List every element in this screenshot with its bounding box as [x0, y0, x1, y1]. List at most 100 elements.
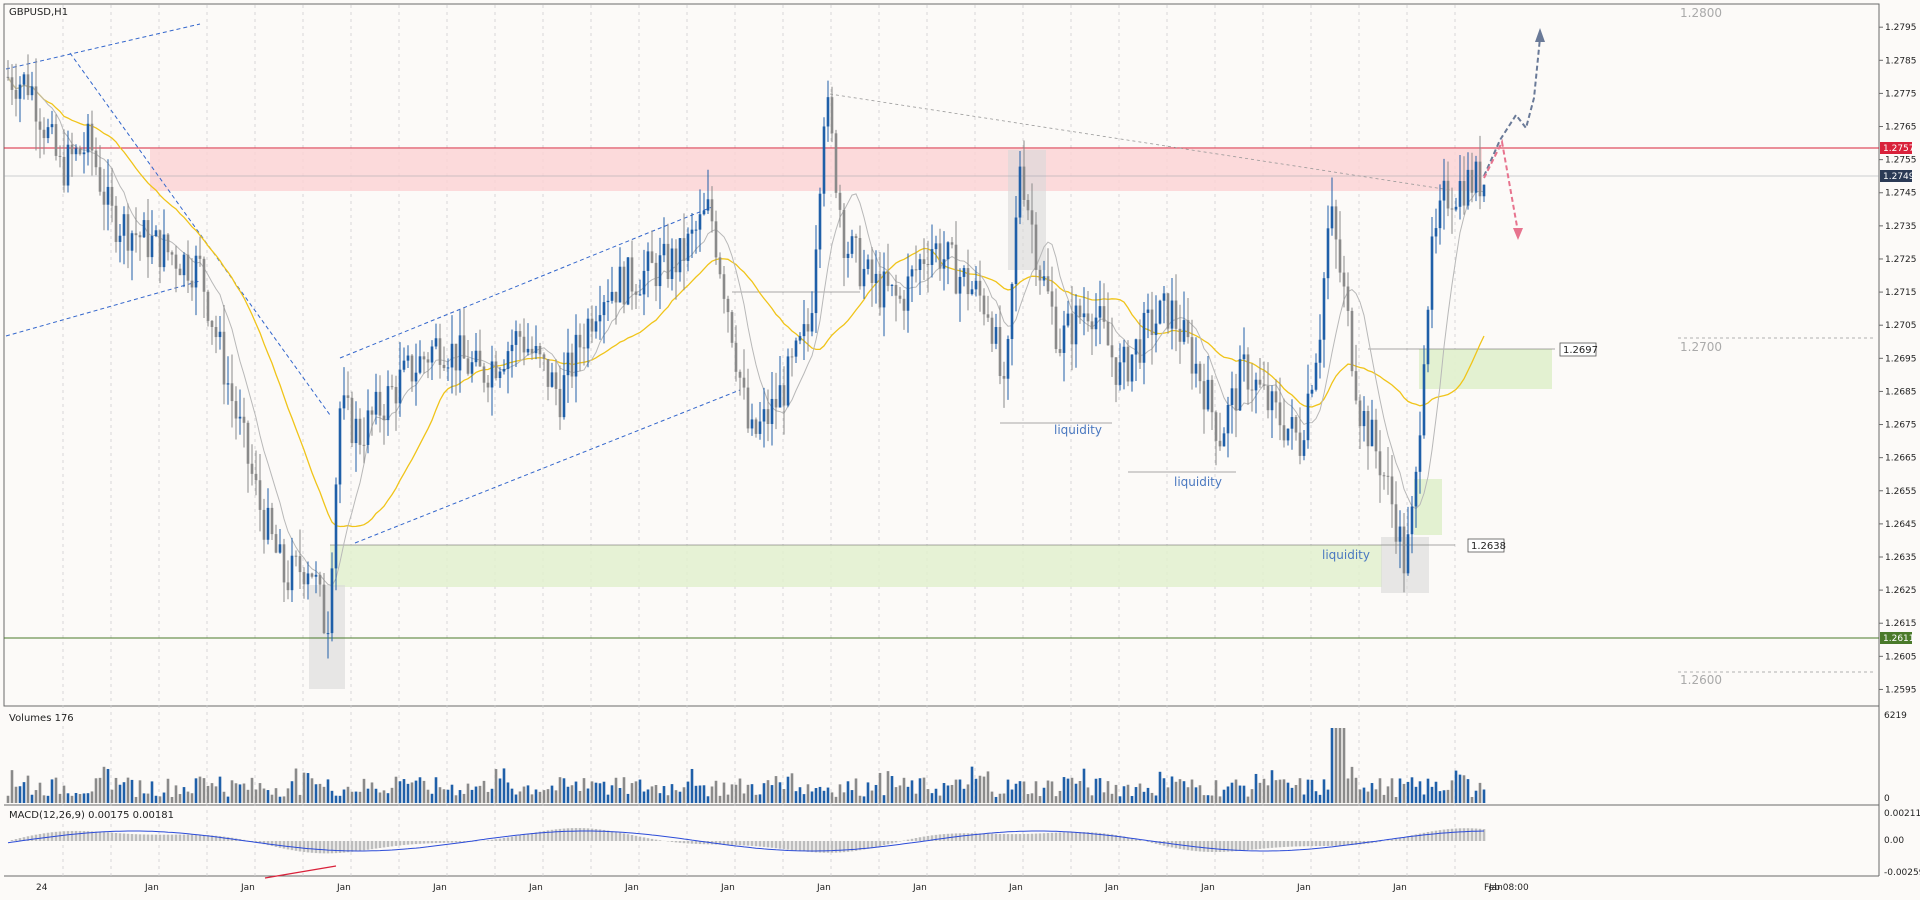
volume-bar [254, 789, 258, 803]
macd-bar [94, 831, 98, 841]
volume-bar [218, 776, 222, 803]
volume-bar [982, 776, 986, 803]
candle-body [1310, 389, 1314, 394]
volume-bar [1282, 779, 1286, 803]
candle-body [482, 366, 486, 383]
volume-bar [1238, 785, 1242, 803]
macd-bar [1390, 839, 1394, 841]
volume-bar [118, 784, 122, 803]
candle-body [382, 415, 386, 421]
time-axis-label: Jan [912, 883, 927, 893]
candle-body [1182, 320, 1186, 342]
volume-bar [1418, 781, 1422, 803]
price-tick-label: 1.2795 [1885, 23, 1917, 33]
price-axis[interactable]: 1.2795 1.2785 1.2775 1.2765 1.2755 1.2745 1.27… [1879, 23, 1917, 695]
candle-body [642, 270, 646, 295]
level-box-2[interactable]: 1.2638 [1467, 538, 1506, 553]
volume-bar [742, 793, 746, 803]
macd-bar [182, 834, 186, 841]
candle-body [842, 209, 846, 258]
volume-bar [750, 784, 754, 803]
candle-body [1410, 506, 1414, 535]
candle-body [170, 252, 174, 255]
volume-bar [754, 794, 758, 803]
volume-bar [674, 790, 678, 803]
macd-bar [334, 841, 338, 854]
volume-bar [470, 789, 474, 803]
volume-bar [1334, 728, 1338, 803]
macd-bar [502, 838, 506, 841]
macd-bar [530, 833, 534, 841]
volume-bar [1482, 789, 1486, 803]
macd-bar [454, 841, 458, 843]
volume-bar [1338, 728, 1342, 803]
macd-bar [802, 841, 806, 852]
candle-body [1222, 433, 1226, 447]
macd-bar [590, 828, 594, 841]
candle-body [62, 156, 66, 186]
volume-bar [842, 792, 846, 803]
candle-body [526, 348, 530, 353]
volume-bar [406, 783, 410, 803]
candle-body [578, 334, 582, 348]
macd-bar [798, 841, 802, 852]
level-box-1[interactable]: 1.2697 [1559, 342, 1598, 357]
volume-bar [1346, 778, 1350, 803]
candle-body [658, 255, 662, 287]
macd-bar [1286, 841, 1290, 847]
candle-body [194, 255, 198, 288]
macd-bar [790, 841, 794, 851]
macd-bar [1274, 841, 1278, 848]
volume-bar [682, 787, 686, 803]
candle-body [1106, 321, 1110, 346]
candle-body [1154, 323, 1158, 336]
volume-bar [602, 781, 606, 803]
volume-bar [1050, 781, 1054, 803]
macd-bar [606, 830, 610, 841]
macd-title: MACD(12,26,9) 0.00175 0.00181 [9, 810, 174, 821]
macd-bar [1418, 833, 1422, 841]
volume-bar [58, 793, 62, 803]
volume-bar [1118, 796, 1122, 803]
macd-bar [1250, 841, 1254, 850]
time-axis-label: Jan [1296, 883, 1311, 893]
candle-body [150, 236, 154, 258]
volume-bar [1406, 781, 1410, 803]
price-tick-label: 1.2735 [1885, 222, 1917, 232]
macd-bar [1446, 829, 1450, 841]
macd-bar [514, 835, 518, 841]
volume-bar [1114, 784, 1118, 803]
macd-bar [786, 841, 790, 850]
volume-bar [650, 786, 654, 803]
candle-body [1050, 291, 1054, 307]
volume-bar [294, 768, 298, 803]
candle-body [1278, 402, 1282, 426]
volume-bar [222, 791, 226, 803]
candle-body [1234, 388, 1238, 411]
candle-body [462, 335, 466, 359]
volume-bar [970, 766, 974, 803]
volume-bar [1034, 781, 1038, 803]
candle-body [1258, 379, 1262, 385]
candle-body [1378, 451, 1382, 476]
volume-bar [730, 784, 734, 803]
candle-body [486, 382, 490, 388]
chart-canvas[interactable]: liquidity liquidity liquidity 1.2697 1.2… [0, 0, 1920, 900]
candle-body [1158, 300, 1162, 324]
candle-body [106, 186, 110, 205]
volume-bar [110, 789, 114, 803]
volume-bar [402, 779, 406, 803]
macd-bar [194, 834, 198, 841]
volume-bar [1182, 781, 1186, 803]
candle-body [82, 152, 86, 155]
macd-bar [1034, 833, 1038, 841]
candle-body [1082, 313, 1086, 318]
macd-bar [1318, 841, 1322, 847]
volume-bar [382, 790, 386, 803]
volume-bar [850, 790, 854, 803]
price-tick-label: 1.2715 [1885, 288, 1917, 298]
candle-body [1458, 181, 1462, 207]
candle-body [1438, 200, 1442, 229]
volume-bar [302, 772, 306, 803]
time-axis-label: Jan [720, 883, 735, 893]
